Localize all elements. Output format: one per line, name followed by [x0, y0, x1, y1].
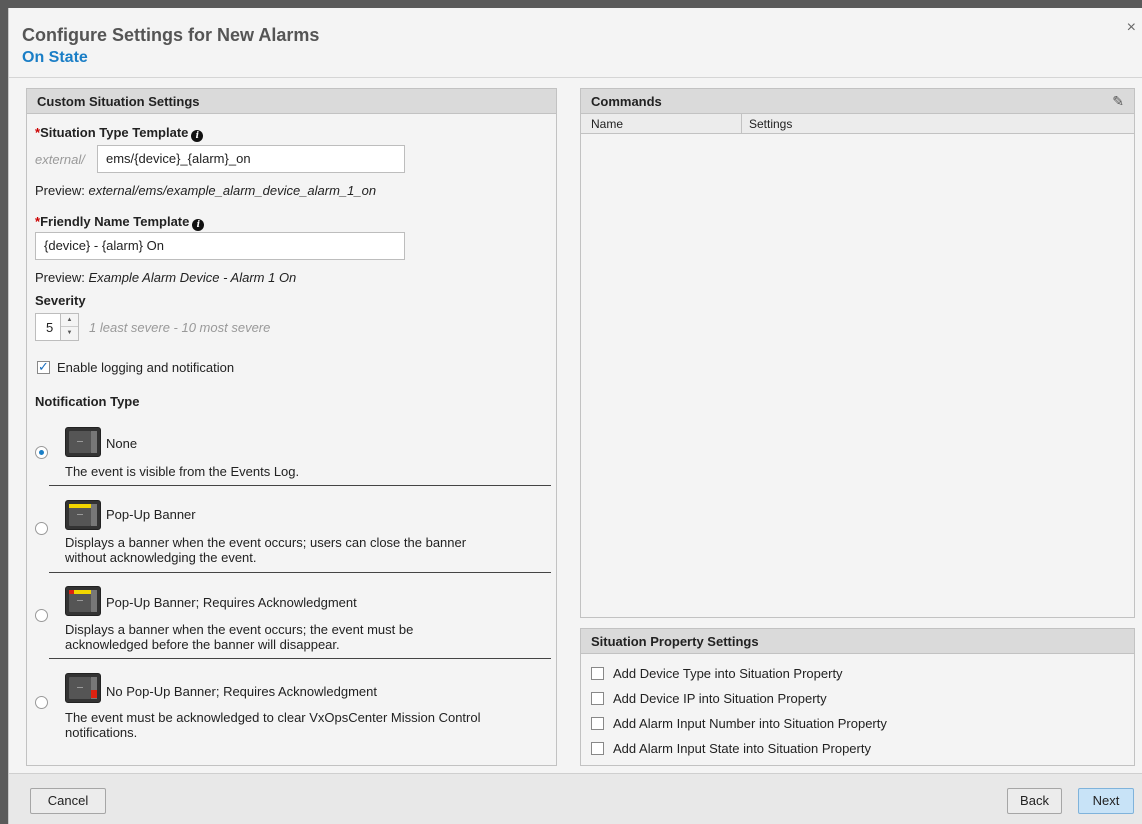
dialog-footer: Cancel Back Next — [9, 773, 1142, 824]
type-template-label: *Situation Type Template i — [35, 125, 204, 142]
device-banner-ack-icon — [65, 586, 101, 616]
option-divider — [49, 485, 551, 486]
severity-stepper[interactable]: 5 ▲ ▼ — [35, 313, 79, 341]
enable-logging-checkbox[interactable] — [37, 359, 50, 375]
info-icon[interactable]: i — [192, 219, 205, 231]
severity-value: 5 — [46, 320, 54, 335]
friendly-preview: Preview: Example Alarm Device - Alarm 1 … — [35, 270, 297, 285]
alarm-input-state-checkbox[interactable] — [591, 742, 604, 755]
edit-pencil-icon[interactable]: ✎ — [1112, 93, 1124, 110]
alarm-input-number-label: Add Alarm Input Number into Situation Pr… — [613, 716, 887, 731]
notification-banner-ack-label: Pop-Up Banner; Requires Acknowledgment — [106, 595, 357, 610]
alarm-input-state-label: Add Alarm Input State into Situation Pro… — [613, 741, 871, 756]
option-divider — [49, 658, 551, 659]
notification-banner-radio[interactable] — [35, 522, 48, 535]
notification-noban-ack-label: No Pop-Up Banner; Requires Acknowledgmen… — [106, 684, 377, 699]
column-header-name[interactable]: Name — [591, 117, 623, 131]
notification-type-label: Notification Type — [35, 394, 140, 409]
severity-hint: 1 least severe - 10 most severe — [89, 320, 271, 335]
cancel-button[interactable]: Cancel — [30, 788, 106, 814]
notification-banner-desc: Displays a banner when the event occurs;… — [65, 535, 467, 565]
custom-situation-header: Custom Situation Settings — [27, 89, 556, 114]
notification-noban-ack-desc: The event must be acknowledged to clear … — [65, 710, 481, 740]
commands-header: Commands ✎ — [581, 89, 1134, 114]
info-icon[interactable]: i — [191, 130, 204, 142]
device-none-icon — [65, 427, 101, 457]
device-type-checkbox[interactable] — [591, 667, 604, 680]
severity-label: Severity — [35, 293, 86, 308]
commands-table-header: Name Settings — [581, 114, 1134, 134]
type-template-input[interactable]: ems/{device}_{alarm}_on — [97, 145, 405, 173]
stepper-up-icon[interactable]: ▲ — [61, 314, 78, 327]
back-button[interactable]: Back — [1007, 788, 1062, 814]
next-button[interactable]: Next — [1078, 788, 1134, 814]
configure-alarms-dialog: Configure Settings for New Alarms On Sta… — [8, 8, 1142, 824]
notification-banner-ack-desc: Displays a banner when the event occurs;… — [65, 622, 414, 652]
device-noban-ack-icon — [65, 673, 101, 703]
custom-situation-panel: Custom Situation Settings *Situation Typ… — [26, 88, 557, 766]
close-icon[interactable]: × — [1127, 20, 1136, 36]
commands-panel: Commands ✎ Name Settings — [580, 88, 1135, 618]
type-preview: Preview: external/ems/example_alarm_devi… — [35, 183, 377, 198]
notification-none-label: None — [106, 436, 138, 451]
notification-none-radio[interactable] — [35, 446, 48, 459]
friendly-template-input[interactable]: {device} - {alarm} On — [35, 232, 405, 260]
device-ip-checkbox[interactable] — [591, 692, 604, 705]
option-divider — [49, 572, 551, 573]
notification-none-desc: The event is visible from the Events Log… — [65, 464, 300, 479]
enable-logging-label: Enable logging and notification — [57, 360, 235, 375]
notification-noban-ack-radio[interactable] — [35, 696, 48, 709]
device-ip-label: Add Device IP into Situation Property — [613, 691, 827, 706]
notification-banner-ack-radio[interactable] — [35, 609, 48, 622]
alarm-input-number-checkbox[interactable] — [591, 717, 604, 730]
column-header-settings[interactable]: Settings — [749, 117, 792, 131]
dialog-subtitle: On State — [22, 49, 88, 66]
stepper-down-icon[interactable]: ▼ — [61, 327, 78, 340]
device-banner-icon — [65, 500, 101, 530]
type-prefix: external/ — [35, 152, 85, 167]
notification-banner-label: Pop-Up Banner — [106, 507, 196, 522]
situation-property-header: Situation Property Settings — [581, 629, 1134, 654]
friendly-template-label: *Friendly Name Template i — [35, 214, 205, 231]
situation-property-panel: Situation Property Settings Add Device T… — [580, 628, 1135, 766]
dialog-title: Configure Settings for New Alarms — [22, 25, 320, 45]
dialog-header: Configure Settings for New Alarms On Sta… — [9, 8, 1142, 78]
device-type-label: Add Device Type into Situation Property — [613, 666, 843, 681]
